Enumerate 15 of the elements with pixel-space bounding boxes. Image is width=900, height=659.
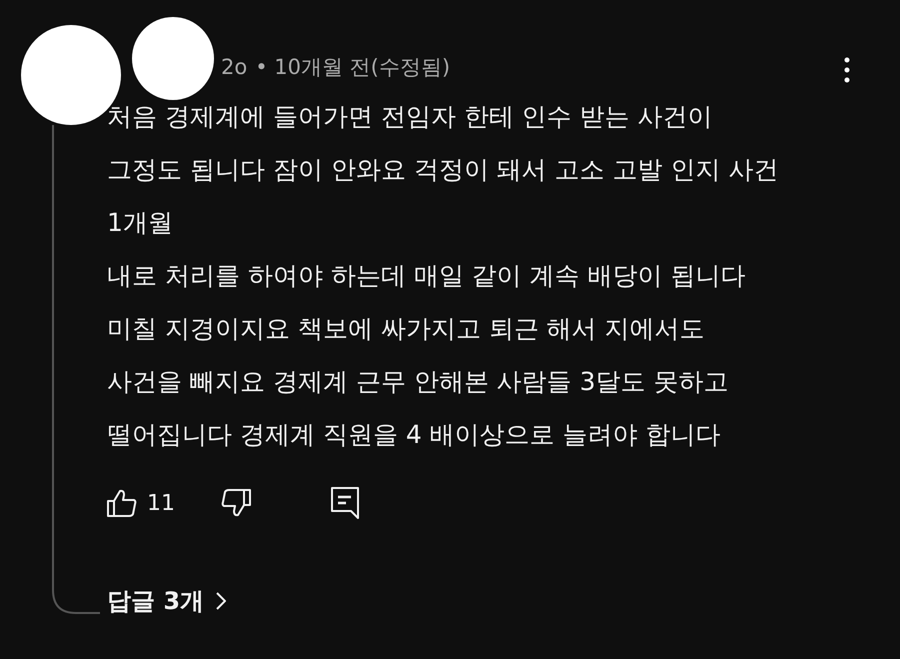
username[interactable]: 2o [221, 55, 248, 79]
comment-text: 그정도 됩니다 잠이 안와요 걱정이 돼서 고소 고발 인지 사건 [107, 154, 780, 186]
reply-icon[interactable] [331, 487, 359, 519]
comment-text: 1개월 [107, 207, 174, 239]
thumbs-down-icon[interactable] [221, 489, 251, 517]
replies-link[interactable]: 답글 3개 [107, 585, 226, 617]
comment-text: 내로 처리를 하여야 하는데 매일 같이 계속 배당이 됩니다 [107, 260, 747, 292]
timestamp: • 10개월 전(수정됨) [255, 54, 450, 81]
comment-text: 사건을 빼지요 경제계 근무 안해본 사람들 3달도 못하고 [107, 366, 730, 398]
comment-text: 처음 경제계에 들어가면 전임자 한테 인수 받는 사건이 [107, 101, 714, 133]
chevron-icon [216, 592, 226, 610]
comment-text: 미칠 지경이지요 책보에 싸가지고 퇴근 해서 지에서도 [107, 313, 706, 345]
thumbs-up-icon[interactable] [107, 489, 137, 517]
like-count: 11 [147, 490, 175, 516]
comment-text: 떨어집니다 경제계 직원을 4 배이상으로 늘려야 합니다 [107, 419, 722, 451]
